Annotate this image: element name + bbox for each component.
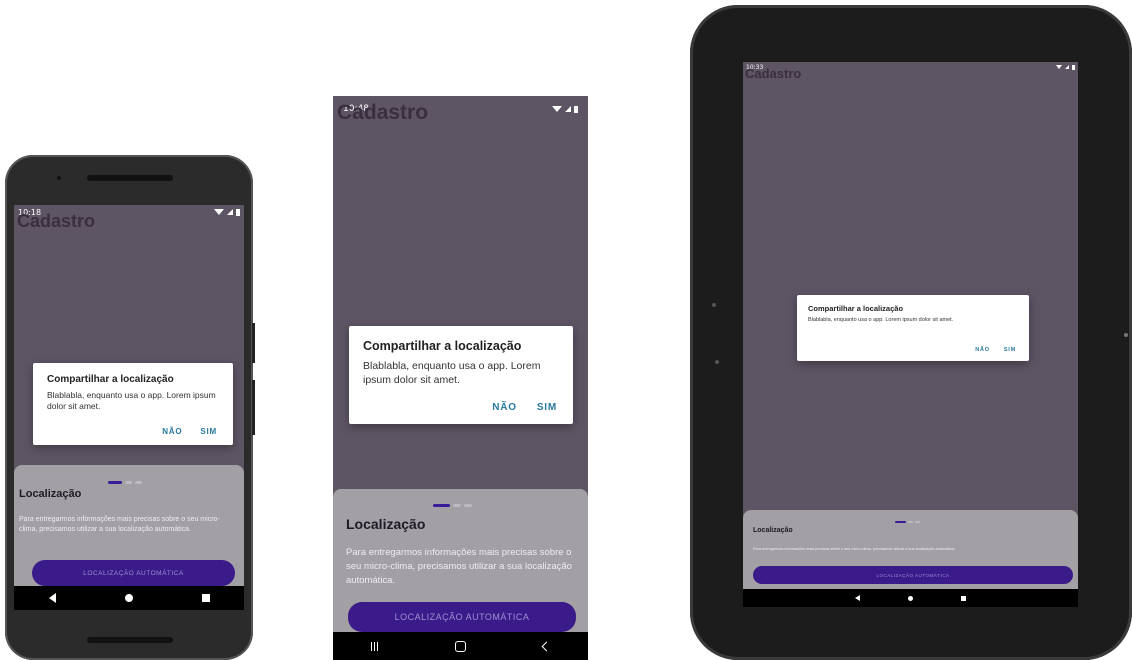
navigation-bar <box>743 589 1078 607</box>
nav-recents-icon <box>201 594 210 602</box>
page-indicator <box>895 521 920 523</box>
sheet-description: Para entregarmos informações mais precis… <box>19 516 220 534</box>
nav-home-button[interactable] <box>908 595 913 601</box>
navigation-bar <box>333 632 588 660</box>
app-title: Cadastro <box>17 211 96 231</box>
wifi-icon <box>1056 65 1062 69</box>
nav-recents-icon <box>371 641 379 651</box>
allow-button[interactable]: SIM <box>200 427 217 436</box>
earpiece-speaker <box>87 175 173 181</box>
automatic-location-button[interactable]: LOCALIZAÇÃO AUTOMÁTICA <box>348 602 576 632</box>
sheet-description: Para entregarmos informações mais precis… <box>753 547 956 551</box>
front-sensor <box>715 360 719 364</box>
page-indicator-dot <box>125 481 132 484</box>
device-phone-samsung: 10:48 Cadastro Compartilhar a localizaçã… <box>333 96 588 660</box>
battery-icon <box>236 208 240 216</box>
page-indicator-dot <box>464 504 472 507</box>
dialog-title: Compartilhar a localização <box>808 304 904 313</box>
dialog-title: Compartilhar a localização <box>363 339 522 353</box>
tablet-screen: 10:33 Cadastro Compartilhar a localizaçã… <box>743 62 1078 607</box>
page-indicator-dot-active <box>433 504 450 507</box>
nav-home-button[interactable] <box>454 640 466 652</box>
page-indicator-dot-active <box>108 481 122 484</box>
page-indicator <box>433 504 472 507</box>
nav-back-icon <box>855 595 860 601</box>
side-dot <box>1124 333 1128 337</box>
phone-screen: 10:18 Cadastro Compartilhar a localizaçã… <box>14 205 244 610</box>
battery-icon <box>1072 64 1075 70</box>
nav-recents-button[interactable] <box>201 594 210 602</box>
nav-home-icon <box>124 594 133 602</box>
dialog-message: Blablabla, enquanto usa o app. Lorem ips… <box>363 360 541 386</box>
dialog-title: Compartilhar a localização <box>47 374 174 385</box>
side-button <box>252 323 255 363</box>
nav-back-icon <box>48 593 56 603</box>
battery-icon <box>574 105 578 113</box>
nav-back-button[interactable] <box>855 595 860 601</box>
navigation-bar <box>14 586 244 610</box>
app-title: Cadastro <box>745 66 802 81</box>
side-button <box>252 380 255 435</box>
page-indicator-dot <box>453 504 461 507</box>
sheet-title: Localização <box>19 488 82 500</box>
dialog-message: Blablabla, enquanto usa o app. Lorem ips… <box>47 390 216 412</box>
front-camera <box>57 176 61 180</box>
signal-icon <box>227 209 233 215</box>
nav-recents-button[interactable] <box>371 641 379 651</box>
allow-button[interactable]: SIM <box>1004 347 1016 353</box>
signal-icon <box>565 106 571 112</box>
nav-recents-icon <box>961 595 966 601</box>
nav-back-icon <box>541 641 552 651</box>
location-permission-dialog: Compartilhar a localização Blablabla, en… <box>797 295 1029 361</box>
deny-button[interactable]: NÃO <box>492 402 517 413</box>
app-title: Cadastro <box>337 101 429 124</box>
location-permission-dialog: Compartilhar a localização Blablabla, en… <box>33 363 233 445</box>
phone-screen: 10:48 Cadastro Compartilhar a localizaçã… <box>333 96 588 660</box>
wifi-icon <box>214 209 224 215</box>
automatic-location-button[interactable]: LOCALIZAÇÃO AUTOMÁTICA <box>753 566 1073 584</box>
wifi-icon <box>552 106 562 112</box>
front-camera <box>712 303 716 307</box>
location-permission-dialog: Compartilhar a localização Blablabla, en… <box>349 326 573 424</box>
nav-back-button[interactable] <box>48 593 56 603</box>
bottom-speaker <box>87 637 173 643</box>
automatic-location-button[interactable]: LOCALIZAÇÃO AUTOMÁTICA <box>32 560 235 586</box>
sheet-title: Localização <box>346 516 426 532</box>
signal-icon <box>1065 65 1069 69</box>
nav-recents-button[interactable] <box>961 595 966 601</box>
device-phone-pixel: 10:18 Cadastro Compartilhar a localizaçã… <box>5 155 255 660</box>
nav-back-button[interactable] <box>541 641 552 651</box>
allow-button[interactable]: SIM <box>537 402 557 413</box>
page-indicator-dot-active <box>895 521 906 523</box>
nav-home-icon <box>454 640 466 652</box>
sheet-title: Localização <box>753 527 793 534</box>
page-indicator-dot <box>915 521 920 523</box>
deny-button[interactable]: NÃO <box>162 427 182 436</box>
nav-home-icon <box>908 595 913 601</box>
sheet-description: Para entregarmos informações mais precis… <box>346 547 572 586</box>
nav-home-button[interactable] <box>124 594 133 602</box>
device-tablet: 10:33 Cadastro Compartilhar a localizaçã… <box>690 5 1132 660</box>
page-indicator-dot <box>135 481 142 484</box>
dialog-message: Blablabla, enquanto usa o app. Lorem ips… <box>808 317 954 323</box>
page-indicator <box>108 481 142 484</box>
page-indicator-dot <box>908 521 913 523</box>
deny-button[interactable]: NÃO <box>975 347 990 353</box>
